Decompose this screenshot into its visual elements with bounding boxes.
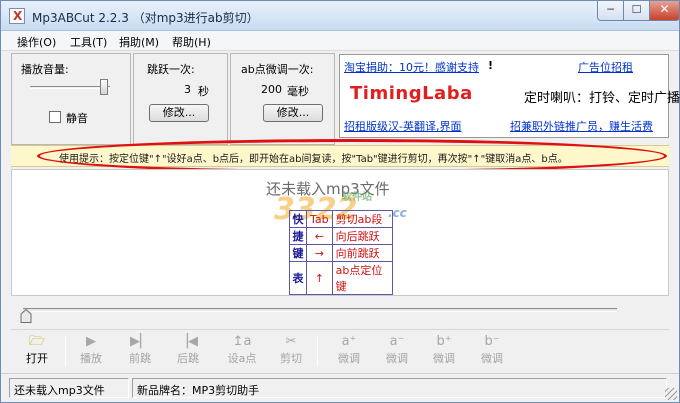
toolbar-separator — [317, 336, 318, 366]
volume-slider-thumb[interactable] — [100, 79, 108, 95]
b-minus-icon: b⁻ — [484, 334, 500, 349]
ad-rent-link[interactable]: 广告位招租 — [578, 59, 633, 75]
table-row: 捷 ← 向后跳跃 — [289, 227, 393, 245]
shortcut-key: Tab — [306, 210, 333, 228]
window-title: Mp3ABCut 2.2.3 （对mp3进行ab剪切） — [32, 11, 259, 25]
shortcut-key: → — [306, 244, 333, 262]
translation-recruit-link[interactable]: 招租版级汉-英翻译,界面 — [344, 118, 461, 134]
close-icon: ✕ — [659, 2, 670, 16]
set-a-point-icon: ↥a — [232, 334, 252, 349]
b-plus-adjust-button[interactable]: b⁺ 微调 — [422, 333, 466, 369]
a-minus-adjust-button[interactable]: a⁻ 微调 — [375, 333, 419, 369]
title-bar[interactable]: X Mp3ABCut 2.2.3 （对mp3进行ab剪切） ─ ☐ ✕ — [1, 1, 680, 31]
jump-unit: 秒 — [198, 85, 209, 98]
progress-track[interactable] — [23, 308, 617, 312]
b-plus-label: 微调 — [433, 352, 455, 365]
back-jump-button[interactable]: ▕◀ 后跳 — [166, 333, 210, 369]
ab-adjust-panel: ab点微调一次: 200 毫秒 修改... — [230, 53, 335, 145]
table-row: 表 ↑ ab点定位键 — [289, 261, 393, 295]
a-minus-icon: a⁻ — [389, 334, 405, 349]
a-plus-icon: a⁺ — [341, 334, 357, 349]
waveform-display[interactable]: 还未载入mp3文件 3322 .cc 软件站 快 Tab 剪切ab段 捷 ← 向… — [11, 169, 669, 296]
menu-help[interactable]: 帮助(H) — [172, 34, 211, 50]
shortcut-table: 快 Tab 剪切ab段 捷 ← 向后跳跃 键 → 向前跳跃 表 ↑ ab点定位键 — [289, 210, 393, 295]
forward-jump-button[interactable]: ▶▏ 前跳 — [118, 333, 162, 369]
volume-slider-track[interactable] — [30, 86, 110, 89]
toolbar: 🗁 打开 ▶ 播放 ▶▏ 前跳 ▕◀ 后跳 ↥a 设a点 ✂ 剪切 a⁺ 微调 — [11, 329, 669, 371]
promoter-recruit-link[interactable]: 招兼职外链推广员，赚生活费 — [510, 118, 653, 134]
open-folder-icon: 🗁 — [28, 334, 46, 349]
menu-tools[interactable]: 工具(T) — [70, 34, 107, 50]
timinglaba-logo[interactable]: TimingLaba — [350, 83, 473, 104]
b-minus-label: 微调 — [481, 352, 503, 365]
b-plus-icon: b⁺ — [436, 334, 452, 349]
cut-icon: ✂ — [285, 334, 297, 349]
table-title-char: 快 — [289, 210, 307, 228]
table-row: 键 → 向前跳跃 — [289, 244, 393, 262]
jump-panel: 跳跃一次: 3 秒 修改... — [133, 53, 228, 145]
ab-adjust-label: ab点微调一次: — [241, 63, 314, 76]
maximize-button[interactable]: ☐ — [623, 1, 650, 21]
donate-link[interactable]: 淘宝捐助：10元！感谢支持 — [344, 59, 479, 75]
minimize-button[interactable]: ─ — [597, 1, 624, 21]
a-plus-adjust-button[interactable]: a⁺ 微调 — [327, 333, 371, 369]
file-status: 还未载入mp3文件 — [9, 378, 129, 398]
minimize-icon: ─ — [607, 3, 614, 16]
cut-button[interactable]: ✂ 剪切 — [269, 333, 313, 369]
mute-label: 静音 — [66, 112, 88, 125]
shortcut-desc: 向后跳跃 — [331, 227, 393, 245]
app-window: X Mp3ABCut 2.2.3 （对mp3进行ab剪切） ─ ☐ ✕ 操作(O… — [0, 0, 680, 403]
progress-area — [11, 299, 669, 327]
open-button[interactable]: 🗁 打开 — [15, 333, 59, 369]
a-minus-label: 微调 — [386, 352, 408, 365]
table-title-char: 表 — [289, 261, 307, 295]
maximize-icon: ☐ — [631, 3, 642, 16]
status-bar: 还未载入mp3文件 新品牌名：MP3剪切助手 — [1, 373, 679, 402]
resize-grip[interactable] — [665, 388, 677, 400]
shortcut-desc: ab点定位键 — [331, 261, 393, 295]
mute-checkbox[interactable] — [49, 111, 61, 123]
open-label: 打开 — [26, 352, 48, 365]
menu-bar: 操作(O) 工具(T) 捐助(M) 帮助(H) — [1, 31, 679, 51]
jump-value: 3 — [184, 83, 191, 96]
ad-slogan[interactable]: 定时喇叭：打铃、定时广播 — [524, 87, 680, 106]
forward-jump-icon: ▶▏ — [130, 334, 150, 349]
play-button[interactable]: ▶ 播放 — [69, 333, 113, 369]
close-button[interactable]: ✕ — [649, 1, 680, 21]
highlight-oval — [37, 139, 667, 173]
play-label: 播放 — [80, 352, 102, 365]
ab-adjust-modify-button[interactable]: 修改... — [263, 104, 323, 122]
jump-label: 跳跃一次: — [147, 63, 195, 76]
ad-panel: 淘宝捐助：10元！感谢支持 ! 广告位招租 TimingLaba 定时喇叭：打铃… — [339, 54, 680, 138]
donate-exclaim: ! — [488, 59, 494, 72]
back-jump-label: 后跳 — [177, 352, 199, 365]
shortcut-key: ↑ — [306, 261, 333, 295]
b-minus-adjust-button[interactable]: b⁻ 微调 — [470, 333, 514, 369]
shortcut-desc: 剪切ab段 — [331, 210, 393, 228]
volume-label: 播放音量: — [21, 63, 69, 76]
toolbar-separator — [65, 336, 66, 366]
watermark-subtitle: 软件站 — [342, 192, 372, 203]
jump-modify-button[interactable]: 修改... — [149, 104, 209, 122]
ab-adjust-value: 200 — [261, 83, 282, 96]
cut-label: 剪切 — [280, 352, 302, 365]
app-icon[interactable]: X — [9, 8, 25, 24]
table-title-char: 捷 — [289, 227, 307, 245]
shortcut-desc: 向前跳跃 — [331, 244, 393, 262]
table-row: 快 Tab 剪切ab段 — [289, 210, 393, 228]
play-icon: ▶ — [86, 334, 96, 349]
brand-status: 新品牌名：MP3剪切助手 — [132, 378, 667, 398]
back-jump-icon: ▕◀ — [178, 334, 198, 349]
a-plus-label: 微调 — [338, 352, 360, 365]
forward-jump-label: 前跳 — [129, 352, 151, 365]
table-title-char: 键 — [289, 244, 307, 262]
progress-thumb[interactable] — [20, 309, 32, 323]
volume-panel: 播放音量: 静音 — [11, 53, 131, 145]
shortcut-key: ← — [306, 227, 333, 245]
ab-adjust-unit: 毫秒 — [287, 85, 309, 98]
menu-donate[interactable]: 捐助(M) — [119, 34, 159, 50]
menu-operate[interactable]: 操作(O) — [17, 34, 56, 50]
set-a-point-label: 设a点 — [227, 352, 257, 365]
set-a-point-button[interactable]: ↥a 设a点 — [220, 333, 264, 369]
